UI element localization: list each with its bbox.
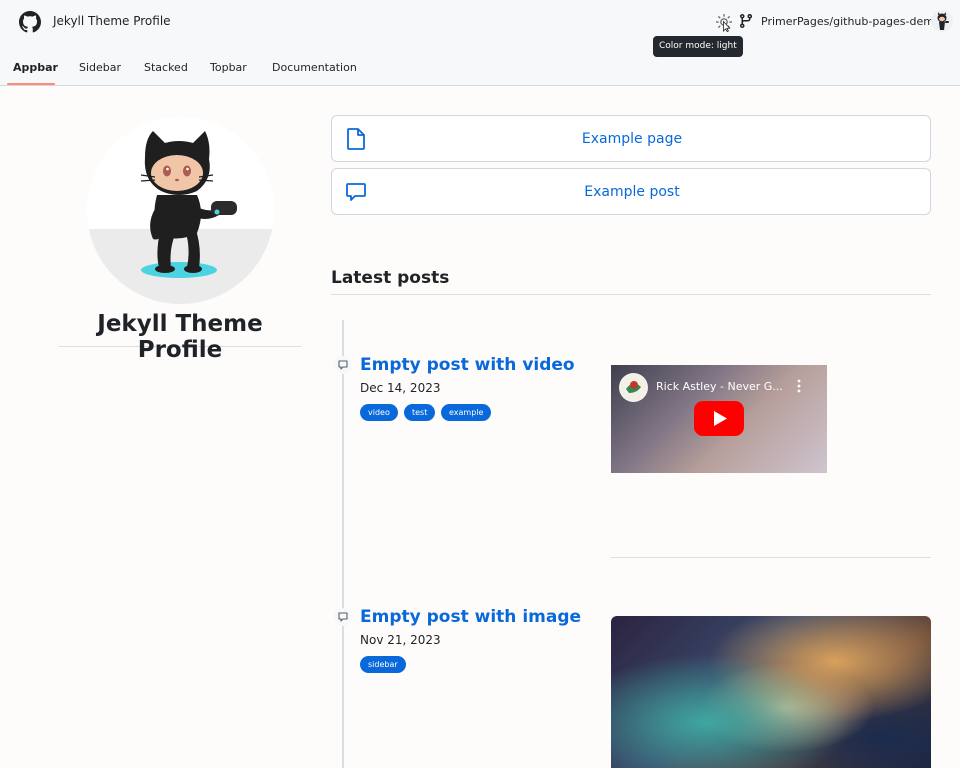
tag-video[interactable]: video [360, 404, 398, 421]
example-post-card[interactable]: Example post [331, 168, 931, 215]
appbar-top: Jekyll Theme Profile PrimerPages/github-… [0, 0, 960, 44]
tag-example[interactable]: example [441, 404, 492, 421]
active-tab-indicator [7, 83, 55, 85]
video-embed[interactable]: Rick Astley - Never G... [611, 365, 827, 473]
post-divider [611, 557, 931, 558]
tab-documentation[interactable]: Documentation [272, 61, 357, 74]
divider [331, 294, 931, 295]
post-date: Nov 21, 2023 [360, 633, 441, 647]
timeline-line [342, 320, 344, 768]
channel-logo-icon [620, 374, 647, 401]
example-page-card[interactable]: Example page [331, 115, 931, 162]
example-post-label: Example post [584, 184, 680, 200]
color-mode-button[interactable] [714, 12, 734, 33]
comment-icon [338, 360, 348, 370]
octocat-avatar-icon [937, 12, 949, 30]
tab-stacked[interactable]: Stacked [144, 61, 188, 74]
repo-link[interactable]: PrimerPages/github-pages-demo [761, 15, 941, 28]
tab-sidebar[interactable]: Sidebar [79, 61, 121, 74]
comment-icon [338, 612, 348, 622]
sun-icon [715, 13, 733, 33]
tab-appbar[interactable]: Appbar [13, 61, 58, 74]
post-image[interactable] [611, 616, 931, 768]
tab-nav: Appbar Sidebar Stacked Topbar Documentat… [0, 54, 960, 86]
tab-topbar[interactable]: Topbar [210, 61, 247, 74]
post-title[interactable]: Empty post with image [360, 607, 581, 627]
more-vertical-icon[interactable] [797, 379, 801, 393]
latest-posts-heading: Latest posts [331, 268, 450, 288]
profile-image [87, 117, 274, 304]
github-logo-icon[interactable] [19, 11, 41, 33]
channel-avatar[interactable] [619, 373, 648, 402]
octocat-illustration [87, 131, 274, 304]
avatar[interactable] [931, 10, 953, 32]
appbar: Jekyll Theme Profile PrimerPages/github-… [0, 0, 960, 86]
tag-test[interactable]: test [404, 404, 436, 421]
git-branch-icon [739, 14, 752, 29]
site-title[interactable]: Jekyll Theme Profile [53, 14, 171, 28]
post-date: Dec 14, 2023 [360, 381, 441, 395]
timeline-badge [334, 608, 352, 626]
example-page-label: Example page [581, 131, 683, 147]
video-title[interactable]: Rick Astley - Never G... [656, 380, 783, 393]
tag-sidebar[interactable]: sidebar [360, 656, 406, 673]
timeline-badge [334, 356, 352, 374]
play-icon[interactable] [694, 401, 744, 436]
post-title[interactable]: Empty post with video [360, 355, 575, 375]
profile-name: Jekyll Theme Profile [59, 311, 301, 363]
